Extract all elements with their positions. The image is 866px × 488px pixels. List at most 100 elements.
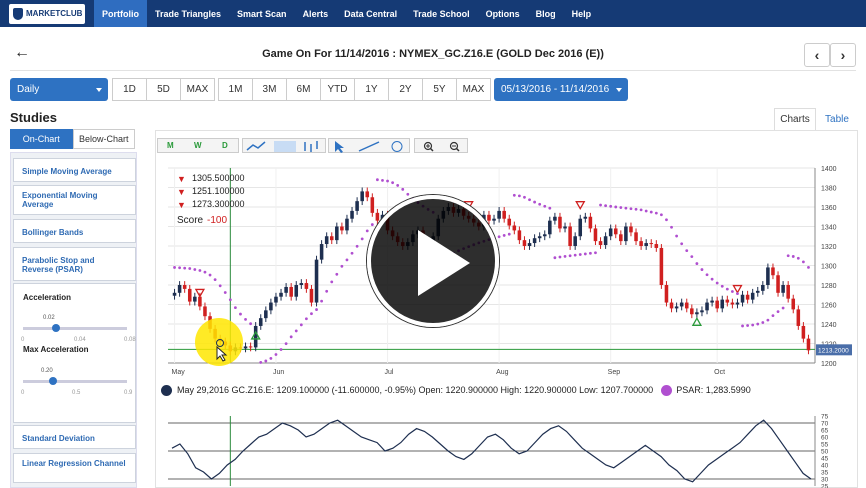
y-tick-label: 1380 [821, 186, 837, 193]
candle-body [664, 285, 669, 303]
osc-y-tick-label: 25 [821, 484, 829, 488]
psar-dot [583, 252, 587, 256]
psar-dot [624, 206, 628, 210]
x-tick-label: Oct [714, 369, 725, 376]
candle-body [324, 236, 329, 245]
candle-body [634, 232, 638, 242]
psar-dot [406, 192, 410, 196]
candle-body [624, 226, 628, 242]
psar-dot [188, 267, 192, 270]
psar-dot [619, 206, 623, 209]
psar-dot [741, 324, 744, 328]
psar-dot [233, 306, 237, 310]
candle-body [365, 191, 370, 198]
psar-dot [310, 312, 313, 316]
psar-dot [659, 213, 663, 217]
candle-body [720, 299, 725, 309]
candle-body [350, 210, 354, 219]
psar-dot [791, 255, 795, 258]
psar-dot [218, 284, 222, 288]
candle-body [269, 302, 273, 311]
candle-body [370, 197, 375, 213]
candle-body [588, 216, 593, 229]
psar-dot [223, 291, 227, 294]
psar-dot [512, 193, 516, 197]
psar-dot [796, 256, 800, 260]
candle-body [613, 228, 618, 235]
mouse-pointer-icon [216, 346, 228, 362]
candle-body [700, 310, 704, 313]
x-tick-label: Jul [385, 369, 394, 376]
legend-row-3: ▼ 1273.300000 [175, 198, 245, 211]
candle-body [659, 247, 664, 285]
psar-dot [578, 253, 582, 256]
x-tick-label: May [172, 369, 186, 376]
candle-body [796, 309, 801, 326]
psar-dot [720, 284, 724, 288]
axis-ticks: 1200122012401260128013001320134013601380… [172, 166, 852, 376]
candle-body [695, 312, 699, 315]
candle-body [294, 285, 299, 297]
psar-dot [299, 323, 303, 327]
psar-dot [599, 203, 602, 207]
osc-y-tick-label: 45 [821, 456, 829, 463]
psar-dot [710, 277, 714, 281]
video-play-button[interactable] [367, 195, 499, 327]
y-tick-label: 1240 [821, 322, 837, 329]
candle-body [548, 220, 552, 235]
psar-dot [776, 310, 780, 314]
candle-body [755, 290, 760, 293]
red-triangle-icon: ▼ [177, 200, 186, 210]
candle-body [492, 218, 496, 221]
legend-row-2: ▼ 1251.100000 [175, 185, 245, 198]
psar-dot [639, 208, 643, 212]
psar-dot [614, 205, 618, 209]
candle-body [639, 241, 643, 246]
osc-y-tick-label: 35 [821, 470, 829, 477]
psar-dot [315, 308, 318, 311]
psar-dot [528, 198, 531, 202]
candle-body [598, 241, 603, 246]
y-tick-label: 1300 [821, 264, 837, 271]
psar-dot [345, 258, 349, 262]
psar-dot [766, 318, 770, 322]
osc-y-tick-label: 40 [821, 463, 829, 470]
y-tick-label: 1280 [821, 283, 837, 290]
psar-dot [746, 324, 750, 327]
candle-body [345, 218, 349, 231]
x-tick-label: Aug [496, 369, 509, 376]
psar-dot [239, 312, 242, 316]
psar-dot [807, 265, 810, 269]
psar-dot [548, 206, 552, 210]
osc-y-tick-label: 30 [821, 477, 829, 484]
y-tick-label: 1360 [821, 205, 837, 212]
psar-dot [340, 264, 344, 268]
candle-body [309, 288, 314, 303]
legend-value-1: 1305.500000 [192, 173, 245, 183]
candle-body [740, 294, 745, 303]
score-row: Score -100 [175, 214, 245, 228]
candle-body [335, 226, 339, 241]
osc-y-tick-label: 55 [821, 442, 829, 449]
candle-body [253, 325, 258, 348]
psar-dot [213, 278, 217, 282]
osc-y-tick-label: 70 [821, 421, 829, 428]
candle-body [542, 234, 547, 237]
psar-dot [670, 225, 673, 229]
candle-body [264, 310, 268, 319]
candle-body [319, 244, 324, 260]
candle-body [725, 299, 730, 303]
candle-body [248, 346, 253, 348]
osc-y-tick-label: 50 [821, 449, 829, 456]
psar-dot [497, 235, 501, 239]
candle-body [761, 285, 765, 291]
candle-body [279, 292, 283, 297]
psar-dot [634, 207, 638, 211]
psar-dot [573, 253, 577, 257]
psar-dot [304, 317, 308, 321]
psar-dot [203, 270, 207, 274]
psar-dot [786, 254, 790, 258]
psar-dot [680, 242, 684, 246]
candle-body [649, 243, 654, 245]
psar-dot [502, 234, 506, 237]
